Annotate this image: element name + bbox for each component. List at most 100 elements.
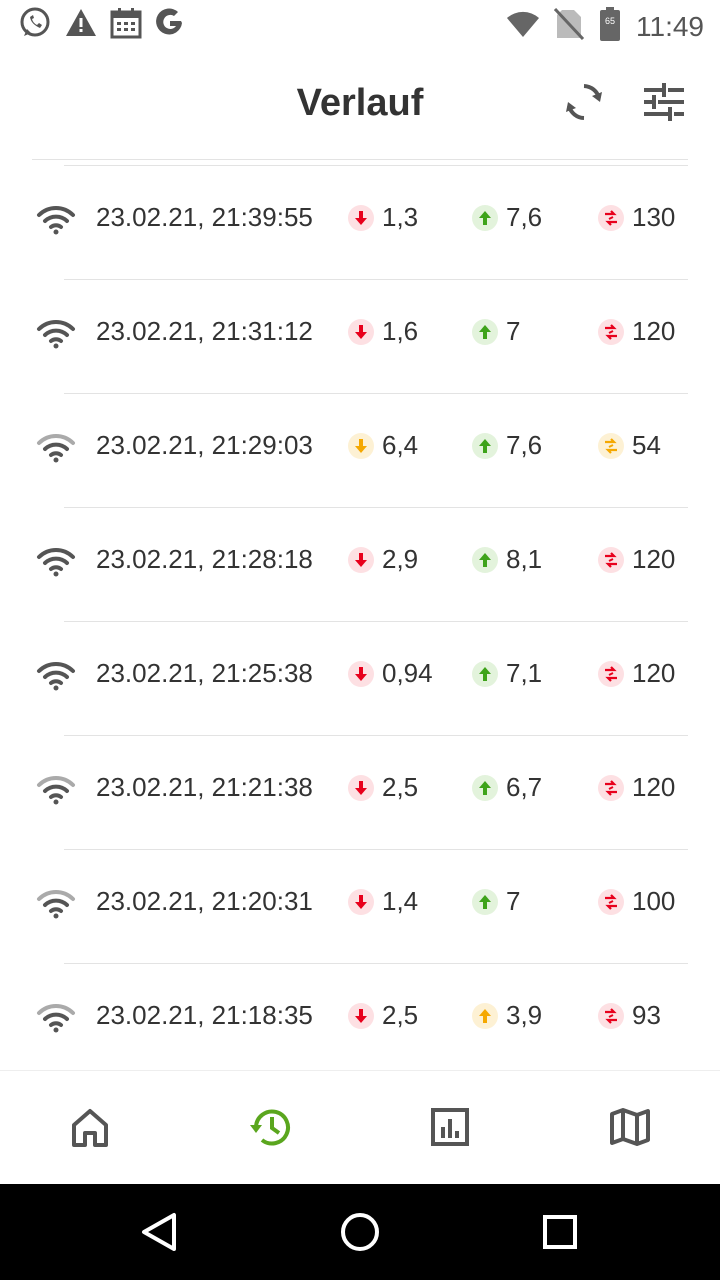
nav-history[interactable]: [248, 1105, 292, 1149]
ping-metric: 130: [598, 202, 675, 233]
google-icon: [154, 7, 186, 44]
timestamp: 23.02.21, 21:39:55: [96, 202, 313, 232]
ping-icon: [598, 660, 624, 687]
ping-value: 54: [632, 430, 661, 460]
wifi-icon: [36, 774, 76, 806]
battery-icon: 65: [598, 6, 622, 47]
system-back-button[interactable]: [138, 1210, 182, 1254]
statistics-icon: [428, 1108, 472, 1153]
recents-icon: [538, 1215, 582, 1258]
wifi-icon: [36, 432, 76, 464]
download-metric: 1,3: [348, 202, 418, 233]
upload-value: 7,6: [506, 202, 543, 232]
app-header: Verlauf: [0, 50, 720, 160]
wifi-signal-icon: [506, 10, 540, 43]
upload-metric: 7,6: [472, 202, 542, 233]
timestamp: 23.02.21, 21:25:38: [96, 658, 313, 688]
ping-metric: 54: [598, 430, 661, 461]
clock: 11:49: [636, 10, 704, 42]
download-metric: 6,4: [348, 430, 418, 461]
download-value: 2,5: [382, 1000, 419, 1030]
timestamp: 23.02.21, 21:20:31: [96, 886, 313, 916]
arrow-down-icon: [348, 432, 374, 459]
upload-value: 7,6: [506, 430, 543, 460]
arrow-up-icon: [472, 1002, 498, 1029]
header-divider: [32, 159, 688, 160]
refresh-button[interactable]: [562, 80, 606, 124]
wifi-icon: [36, 204, 76, 236]
ping-icon: [598, 318, 624, 345]
upload-metric: 7: [472, 886, 520, 917]
download-value: 1,4: [382, 886, 419, 916]
arrow-down-icon: [348, 1002, 374, 1029]
calendar-icon: [110, 7, 142, 44]
timestamp: 23.02.21, 21:31:12: [96, 316, 313, 346]
upload-metric: 3,9: [472, 1000, 542, 1031]
home-icon: [68, 1109, 112, 1153]
arrow-up-icon: [472, 318, 498, 345]
download-metric: 1,6: [348, 316, 418, 347]
ping-value: 130: [632, 202, 676, 232]
wifi-icon: [36, 660, 76, 692]
nav-home[interactable]: [68, 1105, 112, 1149]
history-list[interactable]: 23.02.21, 21:39:55 1,3 7,6 130 23.02.21, 21:…: [0, 166, 720, 1070]
system-home-button[interactable]: [338, 1210, 382, 1254]
upload-metric: 7: [472, 316, 520, 347]
timestamp: 23.02.21, 21:28:18: [96, 544, 313, 574]
history-row[interactable]: 23.02.21, 21:20:31 1,4 7 100: [0, 850, 720, 964]
download-value: 6,4: [382, 430, 419, 460]
arrow-up-icon: [472, 432, 498, 459]
ping-icon: [598, 1002, 624, 1029]
history-row[interactable]: 23.02.21, 21:18:35 2,5 3,9 93: [0, 964, 720, 1070]
arrow-up-icon: [472, 546, 498, 573]
ping-icon: [598, 204, 624, 231]
arrow-down-icon: [348, 774, 374, 801]
system-recents-button[interactable]: [538, 1210, 582, 1254]
no-sim-icon: [553, 7, 585, 45]
arrow-down-icon: [348, 318, 374, 345]
page-title: Verlauf: [296, 82, 424, 124]
arrow-up-icon: [472, 888, 498, 915]
arrow-down-icon: [348, 888, 374, 915]
download-value: 0,94: [382, 658, 433, 688]
timestamp: 23.02.21, 21:29:03: [96, 430, 313, 460]
wifi-icon: [36, 546, 76, 578]
download-value: 2,9: [382, 544, 419, 574]
status-bar: 65 11:49: [0, 0, 720, 50]
download-metric: 1,4: [348, 886, 418, 917]
arrow-down-icon: [348, 204, 374, 231]
nav-statistics[interactable]: [428, 1105, 472, 1149]
upload-metric: 8,1: [472, 544, 542, 575]
ping-icon: [598, 888, 624, 915]
history-row[interactable]: 23.02.21, 21:29:03 6,4 7,6 54: [0, 394, 720, 508]
upload-metric: 7,6: [472, 430, 542, 461]
map-icon: [608, 1108, 652, 1153]
download-metric: 2,9: [348, 544, 418, 575]
history-row[interactable]: 23.02.21, 21:21:38 2,5 6,7 120: [0, 736, 720, 850]
upload-value: 8,1: [506, 544, 543, 574]
history-row[interactable]: 23.02.21, 21:39:55 1,3 7,6 130: [0, 166, 720, 280]
download-value: 2,5: [382, 772, 419, 802]
upload-value: 7: [506, 316, 521, 346]
bottom-navigation: [0, 1070, 720, 1185]
filter-button[interactable]: [642, 80, 686, 124]
timestamp: 23.02.21, 21:21:38: [96, 772, 313, 802]
arrow-down-icon: [348, 546, 374, 573]
upload-metric: 7,1: [472, 658, 542, 689]
ping-value: 120: [632, 658, 676, 688]
history-row[interactable]: 23.02.21, 21:28:18 2,9 8,1 120: [0, 508, 720, 622]
history-row[interactable]: 23.02.21, 21:25:38 0,94 7,1 120: [0, 622, 720, 736]
arrow-up-icon: [472, 204, 498, 231]
upload-value: 7,1: [506, 658, 543, 688]
arrow-up-icon: [472, 774, 498, 801]
nav-map[interactable]: [608, 1105, 652, 1149]
system-navigation-bar: [0, 1184, 720, 1280]
download-value: 1,3: [382, 202, 419, 232]
ping-value: 120: [632, 772, 676, 802]
ping-metric: 93: [598, 1000, 661, 1031]
history-row[interactable]: 23.02.21, 21:31:12 1,6 7 120: [0, 280, 720, 394]
download-value: 1,6: [382, 316, 419, 346]
ping-value: 100: [632, 886, 676, 916]
home-circle-icon: [338, 1213, 382, 1258]
ping-icon: [598, 546, 624, 573]
